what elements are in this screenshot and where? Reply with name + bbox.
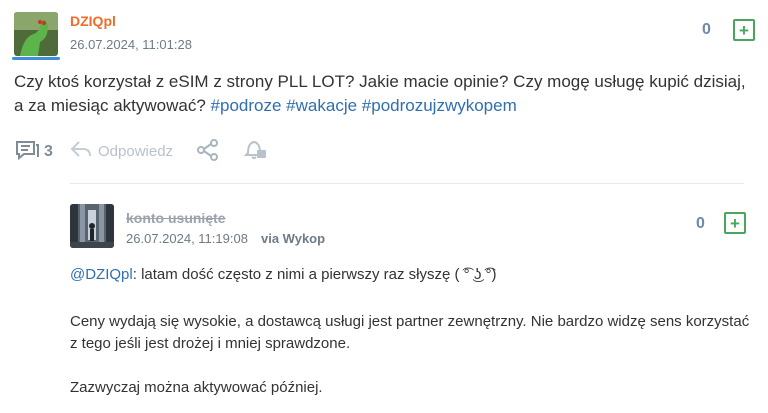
avatar-underline (12, 57, 60, 60)
tag-link[interactable]: #wakacje (286, 96, 357, 115)
post-author-name[interactable]: DZIQpl (70, 13, 116, 29)
divider (70, 183, 744, 184)
plus-icon: + (739, 20, 749, 40)
tag-link[interactable]: #podrozujzwykopem (362, 96, 517, 115)
comment-count: 3 (44, 143, 53, 160)
mention-link[interactable]: @DZIQpl (70, 266, 133, 283)
comment-paragraph-2: Ceny wydają się wysokie, a dostawcą usłu… (70, 313, 750, 352)
plus-icon: + (730, 213, 740, 233)
comment-paragraph-3: Zazwyczaj można aktywować później. (70, 379, 323, 396)
post-author-avatar[interactable] (14, 12, 58, 56)
reply-label: Odpowiedz (98, 142, 174, 160)
post-timestamp[interactable]: 26.07.2024, 11:01:28 (70, 37, 192, 52)
comment-author-name: konto usunięte (126, 210, 226, 226)
post-vote-count: 0 (702, 21, 711, 38)
comment-vote-count: 0 (696, 215, 705, 232)
post-body: Czy ktoś korzystał z eSIM z strony PLL L… (14, 70, 754, 118)
comment-author-avatar[interactable] (70, 204, 114, 248)
comment-upvote-button[interactable]: + (724, 212, 746, 234)
reply-icon (70, 139, 92, 163)
post-upvote-button[interactable]: + (733, 19, 755, 41)
notification-bell-icon[interactable] (242, 137, 268, 166)
reply-button[interactable]: Odpowiedz (70, 139, 173, 163)
comments-button[interactable]: 3 (14, 139, 53, 165)
comment-line1-text: : latam dość często z nimi a pierwszy ra… (132, 266, 497, 283)
comment-via: via Wykop (261, 231, 326, 246)
comment-line1: @DZIQpl: latam dość często z nimi a pier… (70, 264, 760, 286)
comment-timestamp[interactable]: 26.07.2024, 11:19:08 (126, 231, 248, 246)
comments-icon (14, 139, 40, 165)
tag-link[interactable]: #podroze (211, 96, 282, 115)
share-icon[interactable] (196, 139, 220, 166)
